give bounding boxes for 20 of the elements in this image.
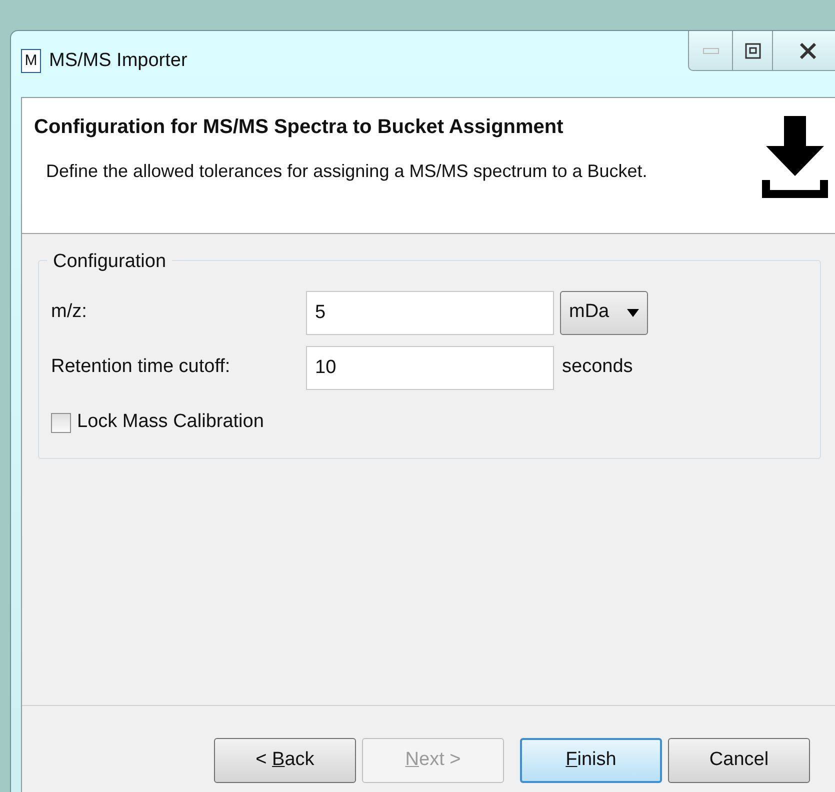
input-field[interactable]: 5 — [306, 290, 554, 334]
maximize-icon — [744, 42, 760, 58]
caret-icon — [627, 308, 639, 316]
checkbox-label: Lock Mass Calibration — [77, 410, 264, 434]
field-label: m/z: — [51, 300, 88, 324]
minimize-icon — [702, 48, 718, 54]
dialog-button[interactable]: < Back — [214, 738, 356, 783]
dialog-button[interactable]: Finish — [520, 738, 662, 783]
field-label: Retention time cutoff: — [51, 355, 232, 380]
header-description: Define the allowed tolerances for assigning a MS/MS spectrum to a Bucket. — [46, 160, 648, 183]
dialog-button[interactable]: Cancel — [668, 738, 810, 783]
app-icon: M — [21, 49, 41, 74]
unit-label: seconds — [562, 355, 633, 380]
checkbox[interactable] — [51, 412, 71, 432]
close-icon — [799, 42, 817, 58]
window-title: MS/MS Importer — [49, 49, 188, 73]
download-icon — [762, 116, 828, 198]
input-field[interactable]: 10 — [306, 346, 554, 390]
unit-dropdown[interactable]: mDa — [560, 290, 648, 334]
header-title: Configuration for MS/MS Spectra to Bucket Assignment — [34, 115, 564, 140]
